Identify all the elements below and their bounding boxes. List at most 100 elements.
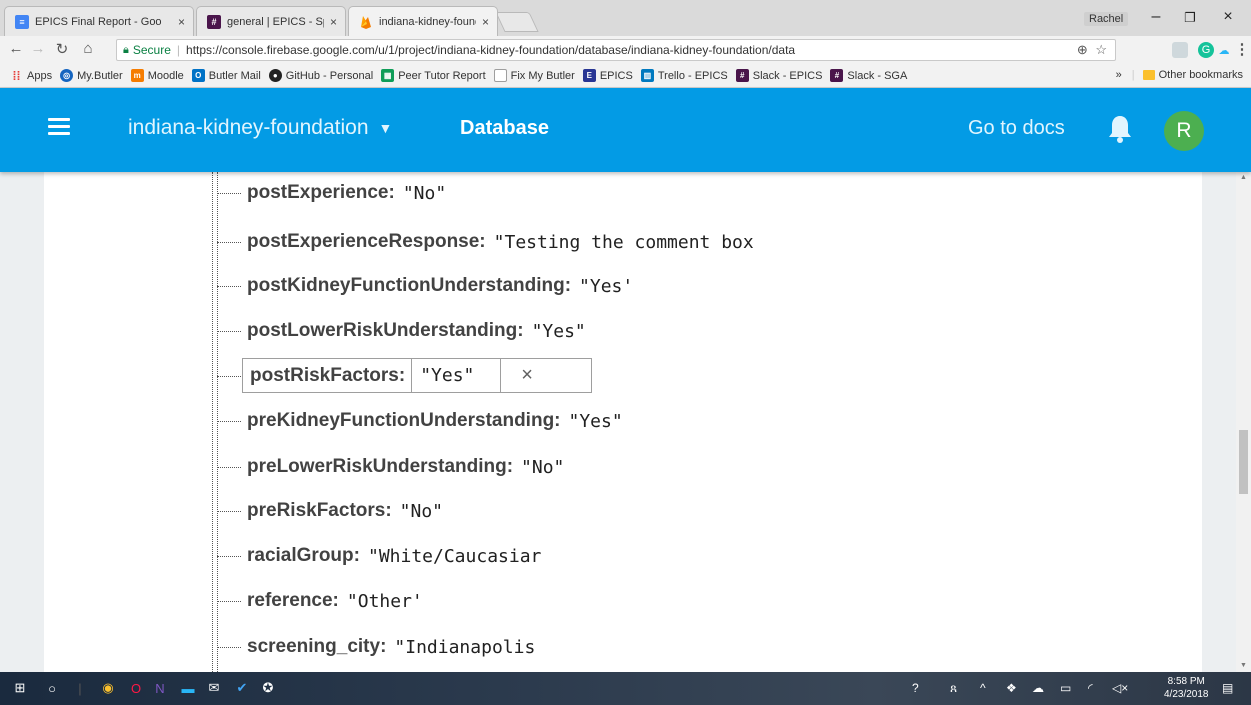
apps-grid-icon: ⁞⁞ [12, 68, 21, 83]
tab-slack-general[interactable]: # general | EPICS - Spring × [196, 6, 346, 36]
new-tab-button[interactable] [495, 12, 539, 32]
value-edit-input[interactable]: "Yes" [411, 358, 502, 393]
restore-icon[interactable]: ❐ [1180, 10, 1200, 26]
scrollbar[interactable]: ▲ ▼ [1236, 172, 1251, 672]
tree-row[interactable]: postExperienceResponse: "Testing the com… [217, 230, 754, 254]
opera-icon[interactable]: O [128, 680, 144, 696]
node-value[interactable]: "Other' [347, 591, 423, 612]
todo-icon[interactable]: ✔ [234, 680, 250, 696]
minimize-icon[interactable]: – [1146, 8, 1166, 26]
bookmark-label: Butler Mail [208, 69, 261, 82]
tree-row[interactable]: postExperience: "No" [217, 181, 446, 205]
scroll-thumb[interactable] [1239, 430, 1248, 494]
bookmark-peer-tutor[interactable]: ▦ Peer Tutor Report [381, 69, 486, 82]
reload-icon[interactable]: ↻ [52, 40, 72, 58]
go-to-docs-link[interactable]: Go to docs [968, 117, 1065, 140]
tab-firebase[interactable]: indiana-kidney-foundatic × [348, 6, 498, 36]
bookmark-slack-sga[interactable]: # Slack - SGA [830, 69, 907, 82]
cortana-icon[interactable]: ○ [44, 680, 60, 696]
node-key: postRiskFactors: [250, 364, 406, 386]
tab-close-icon[interactable]: × [178, 15, 185, 29]
chrome-icon[interactable]: ◉ [100, 680, 116, 696]
help-icon[interactable]: ? [912, 681, 919, 695]
tree-row[interactable]: racialGroup: "White/Caucasiar [217, 544, 541, 568]
bookmark-epics[interactable]: E EPICS [582, 69, 633, 82]
bookmark-butler-mail[interactable]: O Butler Mail [191, 69, 261, 82]
node-value[interactable]: "No" [403, 183, 446, 204]
node-value[interactable]: "White/Caucasiar [368, 546, 541, 567]
node-value[interactable]: "No" [400, 501, 443, 522]
node-value[interactable]: "Yes" [532, 321, 586, 342]
scroll-down-icon[interactable]: ▼ [1240, 662, 1247, 669]
bookmark-label: Fix My Butler [510, 69, 575, 82]
dropbox-icon[interactable]: ❖ [1006, 681, 1017, 695]
node-value[interactable]: "Yes" [569, 411, 623, 432]
node-value[interactable]: "Yes' [579, 276, 633, 297]
bookmark-trello[interactable]: ▥ Trello - EPICS [640, 69, 728, 82]
project-selector[interactable]: indiana-kidney-foundation ▼ [128, 116, 392, 140]
zoom-icon[interactable]: ⊕ [1077, 42, 1088, 57]
notifications-icon[interactable]: ▤ [1222, 681, 1233, 695]
node-value[interactable]: "Testing the comment box [494, 232, 754, 253]
tab-close-icon[interactable]: × [482, 15, 489, 29]
node-key: reference: [247, 590, 339, 611]
cancel-edit-icon[interactable]: × [521, 364, 533, 387]
github-desktop-icon[interactable]: ✪ [260, 680, 276, 696]
home-icon[interactable]: ⌂ [78, 40, 98, 57]
close-window-icon[interactable]: × [1218, 8, 1238, 26]
bookmark-mybutler[interactable]: ◎ My.Butler [60, 69, 123, 82]
profile-button[interactable]: Rachel [1084, 12, 1129, 26]
tree-row[interactable]: preKidneyFunctionUnderstanding: "Yes" [217, 409, 623, 433]
edit-value-box[interactable]: postRiskFactors: "Yes" × [242, 358, 592, 393]
tab-close-icon[interactable]: × [330, 15, 337, 29]
tree-row[interactable]: screening_city: "Indianapolis [217, 635, 535, 659]
bell-icon[interactable] [1108, 114, 1134, 144]
bookmark-fix-my-butler[interactable]: Fix My Butler [493, 69, 575, 82]
menu-dots-icon[interactable]: ⋮ [1232, 40, 1251, 58]
wifi-icon[interactable]: ◜ [1088, 681, 1093, 695]
tree-row[interactable]: reference: "Other' [217, 589, 423, 613]
chevron-up-icon[interactable]: ^ [980, 681, 986, 695]
bookmark-label: Slack - SGA [847, 69, 908, 82]
cloud-extension-icon[interactable]: ☁ [1216, 42, 1232, 58]
bookmark-github[interactable]: ● GitHub - Personal [268, 69, 374, 82]
grammarly-icon[interactable]: G [1198, 42, 1214, 58]
extension-icon[interactable] [1172, 42, 1188, 58]
taskbar-clock[interactable]: 8:58 PM 4/23/2018 [1164, 675, 1209, 701]
mail-icon[interactable]: ✉ [206, 680, 222, 696]
address-bar[interactable]: 🔒︎ Secure | https://console.firebase.goo… [116, 39, 1116, 61]
tree-connector [217, 192, 241, 194]
battery-icon[interactable]: ▭ [1060, 681, 1071, 695]
bookmark-apps[interactable]: ⁞⁞ Apps [10, 68, 53, 83]
tree-row[interactable]: postKidneyFunctionUnderstanding: "Yes' [217, 274, 633, 298]
bookmark-slack-epics[interactable]: # Slack - EPICS [735, 69, 822, 82]
tree-row[interactable]: postLowerRiskUnderstanding: "Yes" [217, 319, 586, 343]
omnibox-actions: ⊕ ☆ [1077, 42, 1107, 58]
node-value[interactable]: "No" [521, 457, 564, 478]
star-icon[interactable]: ☆ [1095, 42, 1107, 57]
tree-row[interactable]: preRiskFactors: "No" [217, 499, 443, 523]
file-explorer-icon[interactable]: ▬ [180, 680, 196, 696]
onedrive-icon[interactable]: ☁ [1032, 681, 1044, 695]
tree-row[interactable]: preLowerRiskUnderstanding: "No" [217, 455, 564, 479]
people-icon[interactable]: ጸ [950, 681, 957, 696]
back-icon[interactable]: ← [6, 40, 26, 57]
other-bookmarks[interactable]: Other bookmarks [1159, 69, 1243, 81]
bookmark-label: GitHub - Personal [285, 69, 374, 82]
node-value[interactable]: "Indianapolis [394, 637, 535, 658]
lock-icon: 🔒︎ [123, 43, 129, 56]
node-key: preRiskFactors: [247, 500, 392, 521]
tree-connector [217, 241, 241, 243]
moodle-icon: m [130, 69, 144, 82]
scroll-up-icon[interactable]: ▲ [1240, 174, 1247, 181]
forward-icon[interactable]: → [28, 40, 48, 57]
menu-icon[interactable] [48, 118, 70, 136]
windows-start-icon[interactable]: ⊞ [12, 680, 28, 696]
onenote-icon[interactable]: N [152, 680, 168, 696]
bookmarks-overflow-button[interactable]: » [1116, 69, 1122, 81]
avatar[interactable]: R [1164, 111, 1204, 151]
tab-epics-report[interactable]: ≡ EPICS Final Report - Goo × [4, 6, 194, 36]
volume-icon[interactable]: ◁× [1112, 681, 1128, 695]
node-key: postExperienceResponse: [247, 231, 486, 252]
bookmark-moodle[interactable]: m Moodle [130, 69, 184, 82]
